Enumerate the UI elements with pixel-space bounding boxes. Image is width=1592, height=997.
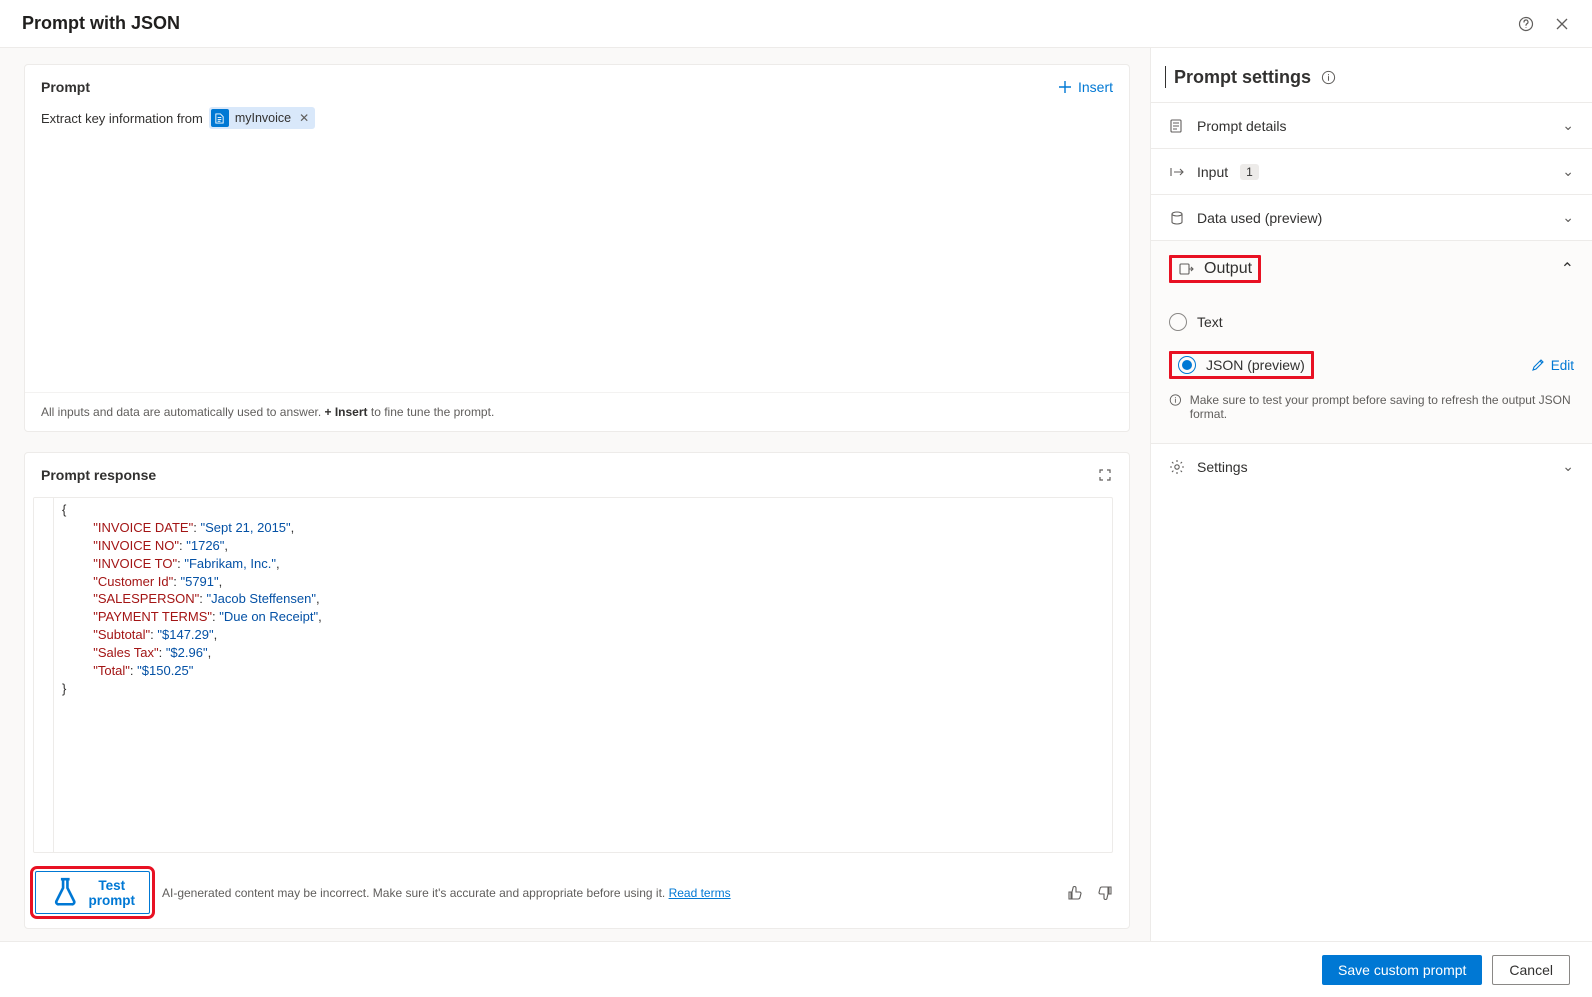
ai-disclaimer: AI-generated content may be incorrect. M… bbox=[162, 886, 1055, 900]
prompt-section-label: Prompt bbox=[41, 79, 90, 95]
info-icon[interactable] bbox=[1321, 70, 1336, 85]
pencil-icon bbox=[1531, 358, 1545, 372]
insert-button[interactable]: Insert bbox=[1058, 79, 1113, 95]
output-radio-text[interactable]: Text bbox=[1151, 303, 1592, 341]
input-icon bbox=[1169, 164, 1185, 180]
chevron-down-icon: ⌄ bbox=[1562, 209, 1574, 226]
section-settings[interactable]: Settings ⌄ bbox=[1151, 444, 1592, 489]
input-count-badge: 1 bbox=[1240, 164, 1259, 180]
chevron-down-icon: ⌄ bbox=[1562, 458, 1574, 475]
output-radio-json[interactable]: JSON (preview) bbox=[1169, 351, 1314, 379]
chevron-down-icon: ⌄ bbox=[1562, 117, 1574, 134]
section-prompt-details[interactable]: Prompt details ⌄ bbox=[1151, 103, 1592, 148]
test-prompt-button[interactable]: Test prompt bbox=[35, 871, 150, 914]
chevron-down-icon: ⌄ bbox=[1562, 163, 1574, 180]
prompt-editor[interactable]: Extract key information from myInvoice ✕ bbox=[41, 107, 1113, 129]
section-output[interactable]: Output ⌃ bbox=[1151, 241, 1592, 297]
expand-icon[interactable] bbox=[1097, 467, 1113, 483]
section-data-used[interactable]: Data used (preview) ⌄ bbox=[1151, 195, 1592, 240]
settings-title: Prompt settings bbox=[1151, 48, 1592, 102]
close-icon[interactable] bbox=[1554, 16, 1570, 32]
response-section-label: Prompt response bbox=[41, 467, 156, 483]
cancel-button[interactable]: Cancel bbox=[1492, 955, 1570, 985]
prompt-card: Prompt Insert Extract key information fr… bbox=[24, 64, 1130, 432]
prompt-hint: All inputs and data are automatically us… bbox=[25, 392, 1129, 431]
info-icon bbox=[1169, 393, 1182, 407]
response-card: Prompt response { "INVOICE DATE": "Sept … bbox=[24, 452, 1130, 929]
chip-remove-icon[interactable]: ✕ bbox=[297, 111, 309, 125]
save-button[interactable]: Save custom prompt bbox=[1322, 955, 1482, 985]
details-icon bbox=[1169, 118, 1185, 134]
output-note: Make sure to test your prompt before sav… bbox=[1151, 389, 1592, 425]
thumbs-up-icon[interactable] bbox=[1067, 885, 1083, 901]
read-terms-link[interactable]: Read terms bbox=[669, 886, 731, 900]
data-icon bbox=[1169, 210, 1185, 226]
chip-doc-icon bbox=[211, 109, 229, 127]
dialog-footer: Save custom prompt Cancel bbox=[0, 941, 1592, 997]
chevron-up-icon: ⌃ bbox=[1561, 259, 1574, 279]
dialog-title: Prompt with JSON bbox=[22, 13, 180, 34]
edit-output-button[interactable]: Edit bbox=[1531, 358, 1574, 373]
output-icon bbox=[1178, 261, 1194, 277]
thumbs-down-icon[interactable] bbox=[1097, 885, 1113, 901]
help-icon[interactable] bbox=[1518, 16, 1534, 32]
input-chip-myinvoice[interactable]: myInvoice ✕ bbox=[209, 107, 315, 129]
section-input[interactable]: Input 1 ⌄ bbox=[1151, 149, 1592, 194]
json-output: { "INVOICE DATE": "Sept 21, 2015", "INVO… bbox=[33, 497, 1113, 853]
gear-icon bbox=[1169, 459, 1185, 475]
settings-panel: Prompt settings Prompt details ⌄ Input bbox=[1150, 48, 1592, 941]
top-bar: Prompt with JSON bbox=[0, 0, 1592, 48]
